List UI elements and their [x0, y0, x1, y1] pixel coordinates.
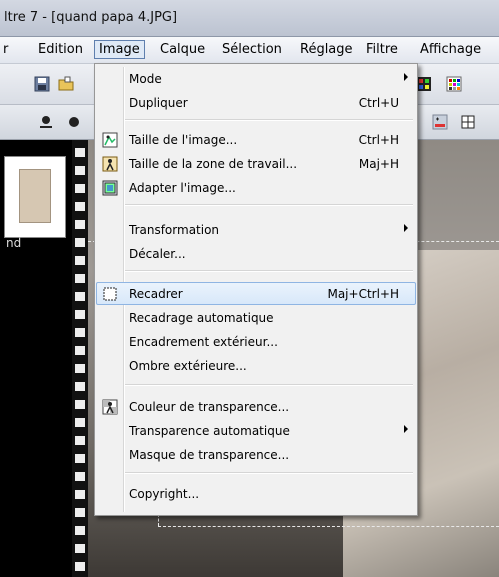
film-hole	[75, 166, 85, 175]
film-hole	[75, 220, 85, 229]
menu-item-label: Taille de l'image...	[129, 133, 238, 147]
menu-item-taille-zone-travail[interactable]: Taille de la zone de travail... Maj+H	[97, 153, 415, 175]
film-hole	[75, 238, 85, 247]
menu-separator	[125, 472, 413, 474]
crop-icon	[103, 287, 117, 301]
menu-item-masque-transparence[interactable]: Masque de transparence...	[97, 444, 415, 466]
menu-item-adapter-image[interactable]: Adapter l'image...	[97, 177, 415, 199]
menu-item-label: Copyright...	[129, 487, 200, 501]
menu-separator	[125, 384, 413, 386]
film-hole	[75, 544, 85, 553]
film-hole	[75, 490, 85, 499]
menu-selection[interactable]: Sélection	[222, 42, 282, 57]
menu-item-label: Dupliquer	[129, 96, 188, 110]
transparency-color-icon	[102, 399, 118, 415]
thumbnail-preview	[19, 169, 51, 223]
image-thumbnail[interactable]	[4, 156, 66, 238]
menu-item-shortcut: Ctrl+H	[358, 133, 399, 147]
levels-icon[interactable]	[38, 114, 54, 130]
menu-separator	[125, 119, 413, 121]
submenu-arrow-icon	[404, 73, 408, 81]
menu-bar: r Edition Image Calque Sélection Réglage…	[0, 37, 499, 64]
fit-image-icon	[102, 180, 118, 196]
film-hole	[75, 292, 85, 301]
film-hole	[75, 382, 85, 391]
thumbnail-label: nd	[6, 236, 22, 250]
menu-item-mode[interactable]: Mode	[97, 68, 415, 90]
grid-icon[interactable]	[460, 114, 476, 130]
canvas-size-icon	[102, 156, 118, 172]
film-hole	[75, 148, 85, 157]
film-hole	[75, 400, 85, 409]
menu-item-recadrage-automatique[interactable]: Recadrage automatique	[97, 307, 415, 329]
image-menu: Mode Dupliquer Ctrl+U Taille de l'image.…	[94, 63, 418, 516]
film-hole	[75, 328, 85, 337]
menu-item-copyright[interactable]: Copyright...	[97, 483, 415, 505]
film-strip	[72, 140, 88, 577]
menu-item-label: Encadrement extérieur...	[129, 335, 278, 349]
save-icon[interactable]	[34, 76, 50, 92]
menu-item-encadrement-exterieur[interactable]: Encadrement extérieur...	[97, 331, 415, 353]
palette-icon[interactable]	[416, 76, 432, 92]
film-hole	[75, 526, 85, 535]
menu-item-label: Recadrer	[129, 287, 183, 301]
film-hole	[75, 418, 85, 427]
menu-filtre[interactable]: Filtre	[366, 42, 398, 57]
film-hole	[75, 508, 85, 517]
menu-image[interactable]: Image	[94, 40, 145, 59]
menu-affichage[interactable]: Affichage	[420, 42, 481, 57]
film-hole	[75, 310, 85, 319]
menu-item-transparence-automatique[interactable]: Transparence automatique	[97, 420, 415, 442]
menu-edition[interactable]: Edition	[38, 42, 83, 57]
menu-separator	[125, 204, 413, 206]
film-hole	[75, 256, 85, 265]
film-hole	[75, 364, 85, 373]
submenu-arrow-icon	[404, 425, 408, 433]
menu-item-label: Ombre extérieure...	[129, 359, 247, 373]
colors-icon[interactable]	[446, 76, 462, 92]
menu-item-transformation[interactable]: Transformation	[97, 219, 415, 241]
menu-item-ombre-exterieure[interactable]: Ombre extérieure...	[97, 355, 415, 377]
menu-item-dupliquer[interactable]: Dupliquer Ctrl+U	[97, 92, 415, 114]
thumbnail-panel: nd	[0, 140, 72, 577]
menu-item-label: Masque de transparence...	[129, 448, 290, 462]
contrast-icon[interactable]	[66, 114, 82, 130]
submenu-arrow-icon	[404, 224, 408, 232]
menu-file[interactable]: r	[3, 42, 8, 57]
film-hole	[75, 436, 85, 445]
menu-separator	[125, 270, 413, 272]
menu-reglage[interactable]: Réglage	[300, 42, 353, 57]
film-hole	[75, 346, 85, 355]
menu-item-label: Couleur de transparence...	[129, 400, 290, 414]
film-hole	[75, 274, 85, 283]
menu-item-shortcut: Ctrl+U	[358, 96, 399, 110]
open-folder-icon[interactable]	[58, 76, 74, 92]
menu-item-decaler[interactable]: Décaler...	[97, 243, 415, 265]
film-hole	[75, 562, 85, 571]
menu-item-shortcut: Maj+Ctrl+H	[327, 287, 399, 301]
menu-item-shortcut: Maj+H	[358, 157, 399, 171]
selection-marquee-bottom	[158, 526, 499, 527]
film-hole	[75, 454, 85, 463]
film-hole	[75, 202, 85, 211]
menu-item-label: Recadrage automatique	[129, 311, 274, 325]
title-bar: ltre 7 - [quand papa 4.JPG]	[0, 0, 499, 37]
menu-calque[interactable]: Calque	[160, 42, 205, 57]
resize-image-icon	[102, 132, 118, 148]
menu-item-recadrer[interactable]: Recadrer Maj+Ctrl+H	[96, 282, 416, 305]
auto-adjust-icon[interactable]	[432, 114, 448, 130]
menu-item-label: Transformation	[129, 223, 220, 237]
film-hole	[75, 184, 85, 193]
menu-item-label: Mode	[129, 72, 162, 86]
menu-item-label: Décaler...	[129, 247, 186, 261]
film-hole	[75, 472, 85, 481]
menu-item-couleur-transparence[interactable]: Couleur de transparence...	[97, 396, 415, 418]
menu-item-label: Transparence automatique	[129, 424, 290, 438]
menu-item-label: Adapter l'image...	[129, 181, 236, 195]
menu-item-label: Taille de la zone de travail...	[129, 157, 298, 171]
menu-item-taille-image[interactable]: Taille de l'image... Ctrl+H	[97, 129, 415, 151]
window-title: ltre 7 - [quand papa 4.JPG]	[4, 10, 178, 25]
